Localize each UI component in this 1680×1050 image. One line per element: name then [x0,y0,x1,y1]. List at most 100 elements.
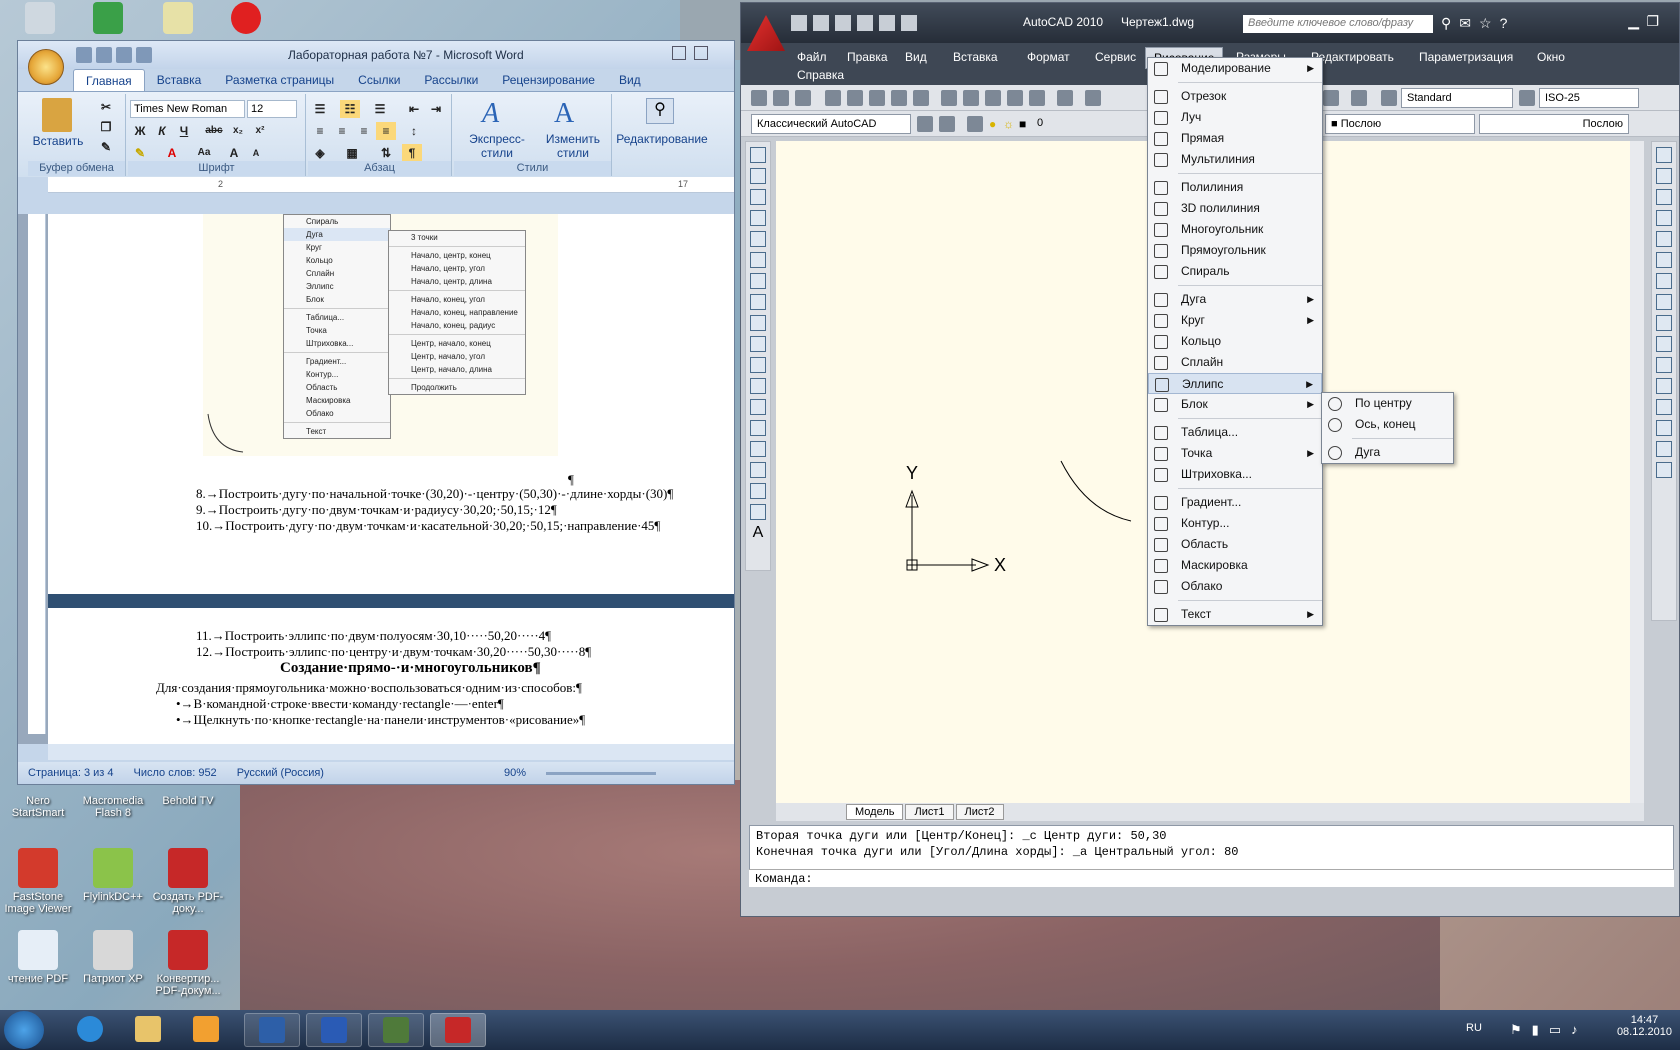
text-style-icon[interactable] [1381,90,1397,106]
gradient-tool-icon[interactable] [750,462,766,478]
redo-icon[interactable] [116,47,132,63]
editing-button[interactable]: Редактирование [614,132,710,146]
taskbar-save-app[interactable] [244,1013,300,1047]
ellipse-center-item[interactable]: По центру [1322,393,1453,414]
copy-object-icon[interactable] [1656,168,1672,184]
opera-icon[interactable] [208,2,284,37]
draw-menu-item[interactable]: Полилиния [1148,177,1322,198]
spline-tool-icon[interactable] [750,315,766,331]
highlight-icon[interactable]: ✎ [130,144,150,162]
media-pin[interactable] [182,1013,230,1047]
tab-mailings[interactable]: Рассылки [412,69,490,91]
menu-parametric[interactable]: Параметризация [1411,47,1521,67]
sort-icon[interactable]: ⇅ [376,144,396,162]
decrease-indent-icon[interactable]: ⇤ [404,100,424,118]
doc-line-8[interactable]: 8.→Построить·дугу·по·начальной·точке·(30… [196,486,673,502]
print-preview-icon[interactable] [136,47,152,63]
change-styles-button[interactable]: Изменить стили [540,132,606,160]
design-center-icon[interactable] [1323,90,1339,106]
insert-block-icon[interactable] [750,378,766,394]
tab-references[interactable]: Ссылки [346,69,412,91]
tab-view[interactable]: Вид [607,69,653,91]
increase-indent-icon[interactable]: ⇥ [426,100,446,118]
command-input[interactable]: Команда: [749,869,1674,887]
break-icon[interactable] [1656,378,1672,394]
publish-icon[interactable] [869,90,885,106]
copy-icon[interactable]: ❐ [96,118,116,136]
draw-menu-item[interactable]: Точка ▶ [1148,443,1322,464]
new-file-icon[interactable] [791,15,807,31]
doc-bullet-2[interactable]: •→Щелкнуть·по·кнопке·rectangle·на·панели… [176,712,585,728]
menu-insert[interactable]: Вставка [945,47,1006,67]
hatch-tool-icon[interactable] [750,441,766,457]
desktop-icon-convert-pdf[interactable]: Конвертир... PDF-докум... [150,930,226,997]
polyline-tool-icon[interactable] [750,189,766,205]
join-icon[interactable] [1656,399,1672,415]
rectangle-tool-icon[interactable] [750,231,766,247]
scale-icon[interactable] [1656,294,1672,310]
redo-icon[interactable] [879,15,895,31]
move-icon[interactable] [1656,252,1672,268]
save-file-icon[interactable] [835,15,851,31]
arc-tool-icon[interactable] [750,252,766,268]
paste-button[interactable]: Вставить [28,134,88,148]
point-tool-icon[interactable] [750,420,766,436]
redo-icon[interactable] [1085,90,1101,106]
office-button[interactable] [28,49,64,85]
bold-button[interactable]: Ж [130,122,150,140]
draw-menu-item[interactable]: Отрезок [1148,86,1322,107]
sun-icon[interactable]: ☼ [1003,117,1014,131]
rotate-icon[interactable] [1656,273,1672,289]
menu-view[interactable]: Вид [897,47,935,67]
cut-icon[interactable] [941,90,957,106]
doc-paragraph[interactable]: Для·создания·прямоугольника·можно·воспол… [156,680,582,696]
taskbar-autocad[interactable] [430,1013,486,1047]
draw-menu-item[interactable]: Контур... [1148,513,1322,534]
subscript-button[interactable]: x₂ [228,122,248,140]
color-select[interactable]: ■ Послою [1325,114,1475,134]
draw-menu-item[interactable]: Прямая [1148,128,1322,149]
communication-icon[interactable]: ✉ [1459,15,1471,32]
network-icon[interactable]: ▮ [1532,1022,1539,1038]
multilevel-list-icon[interactable]: ☰ [370,100,390,118]
text-style-select[interactable]: Standard [1401,88,1513,108]
undo-icon[interactable] [96,47,112,63]
menu-edit[interactable]: Правка [839,47,896,67]
draw-menu-item[interactable]: Моделирование ▶ [1148,58,1322,79]
strikethrough-button[interactable]: abc [204,122,224,140]
layer-color-icon[interactable]: ■ [1019,117,1026,131]
horizontal-scrollbar[interactable] [48,744,734,760]
region-tool-icon[interactable] [750,483,766,499]
taskbar-monitor[interactable] [368,1013,424,1047]
workspace-settings-icon[interactable] [917,116,933,132]
offset-icon[interactable] [1656,210,1672,226]
polygon-tool-icon[interactable] [750,210,766,226]
draw-menu-item[interactable]: Область [1148,534,1322,555]
menu-format[interactable]: Формат [1019,47,1078,67]
dim-style-select[interactable]: ISO-25 [1539,88,1639,108]
draw-menu-item[interactable]: Эллипс ▶ [1148,373,1322,394]
erase-icon[interactable] [1656,147,1672,163]
tab-sheet1[interactable]: Лист1 [905,804,954,820]
plot-icon[interactable] [901,15,917,31]
ie-pin[interactable] [66,1013,114,1047]
make-block-icon[interactable] [750,399,766,415]
draw-menu-item[interactable]: Луч [1148,107,1322,128]
tab-review[interactable]: Рецензирование [490,69,607,91]
draw-menu-item[interactable]: Мультилиния [1148,149,1322,170]
match-properties-icon[interactable] [1007,90,1023,106]
draw-menu-item[interactable]: Круг ▶ [1148,310,1322,331]
font-name-select[interactable]: Times New Roman [130,100,245,118]
explorer-pin[interactable] [124,1013,172,1047]
draw-menu-item[interactable]: Многоугольник [1148,219,1322,240]
tab-page-layout[interactable]: Разметка страницы [213,69,346,91]
tab-home[interactable]: Главная [73,69,145,91]
draw-menu-item[interactable]: Блок ▶ [1148,394,1322,415]
help-icon[interactable] [1351,90,1367,106]
dim-style-icon[interactable] [1519,90,1535,106]
desktop-notes-icon[interactable] [140,2,216,37]
status-words[interactable]: Число слов: 952 [134,767,217,779]
vertical-ruler[interactable] [28,214,46,734]
tab-sheet2[interactable]: Лист2 [955,804,1004,820]
menu-help[interactable]: Справка [789,65,852,85]
